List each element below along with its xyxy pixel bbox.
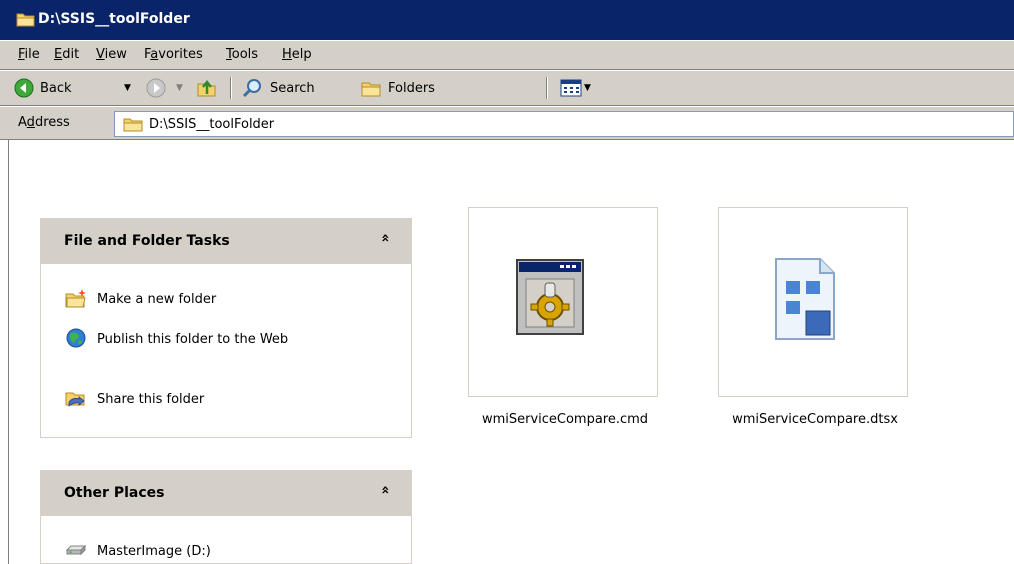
menu-help[interactable]: Help	[282, 47, 312, 62]
drive-icon	[65, 544, 87, 556]
folder-icon	[16, 13, 35, 27]
up-folder-icon	[197, 79, 216, 97]
share-folder-icon	[65, 392, 85, 407]
panel-body: Make a new folder Publish this folder to…	[40, 264, 412, 438]
forward-button[interactable]	[146, 78, 166, 98]
menu-tools[interactable]: Tools	[226, 47, 258, 62]
address-input[interactable]: D:\SSIS__toolFolder	[114, 111, 1014, 137]
menu-edit[interactable]: Edit	[54, 47, 79, 62]
panel-header[interactable]: Other Places »	[40, 470, 412, 516]
menu-file[interactable]: File	[18, 47, 40, 62]
views-dropdown-arrow: ▼	[584, 83, 591, 93]
back-dropdown-arrow[interactable]: ▼	[124, 78, 131, 98]
new-folder-icon	[65, 289, 86, 308]
toolbar-separator	[230, 77, 232, 99]
file-name-dtsx[interactable]: wmiServiceCompare.dtsx	[692, 412, 938, 427]
menu-favorites[interactable]: Favorites	[144, 47, 203, 62]
folders-button[interactable]: Folders	[360, 78, 435, 98]
file-name-cmd[interactable]: wmiServiceCompare.cmd	[444, 412, 686, 427]
menu-view[interactable]: View	[96, 47, 127, 62]
collapse-chevron-icon[interactable]: »	[377, 485, 393, 494]
back-button[interactable]: Back	[14, 78, 72, 98]
forward-dropdown-arrow[interactable]: ▼	[176, 78, 183, 98]
views-button[interactable]: ▼	[560, 78, 591, 98]
search-icon	[242, 79, 261, 98]
window-frame-left	[8, 140, 9, 564]
toolbar-separator	[546, 77, 548, 99]
panel-title: File and Folder Tasks	[64, 233, 230, 249]
panel-body: MasterImage (D:)	[40, 516, 412, 564]
folders-icon	[361, 82, 381, 97]
search-button[interactable]: Search	[242, 78, 315, 98]
publish-web-icon	[66, 328, 86, 348]
panel-header[interactable]: File and Folder Tasks »	[40, 218, 412, 264]
address-value: D:\SSIS__toolFolder	[149, 117, 275, 132]
folder-icon	[123, 118, 143, 132]
up-folder-button[interactable]	[196, 78, 218, 98]
dtsx-file-icon	[775, 258, 835, 340]
file-tile-cmd[interactable]	[468, 207, 658, 397]
file-tile-dtsx[interactable]	[718, 207, 908, 397]
panel-title: Other Places	[64, 485, 165, 501]
menu-bar: File Edit View Favorites Tools Help	[0, 40, 1014, 70]
collapse-chevron-icon[interactable]: »	[377, 233, 393, 242]
title-bar: D:\SSIS__toolFolder	[0, 0, 1014, 40]
views-icon	[560, 79, 582, 97]
forward-arrow-icon	[146, 78, 166, 98]
back-arrow-icon	[14, 78, 34, 98]
window-title: D:\SSIS__toolFolder	[38, 11, 190, 27]
toolbar: Back ▼ ▼ Search Folders ▼	[0, 70, 1014, 106]
address-bar: Address D:\SSIS__toolFolder	[0, 106, 1014, 140]
cmd-file-icon	[516, 259, 584, 335]
address-label: Address	[18, 115, 70, 130]
